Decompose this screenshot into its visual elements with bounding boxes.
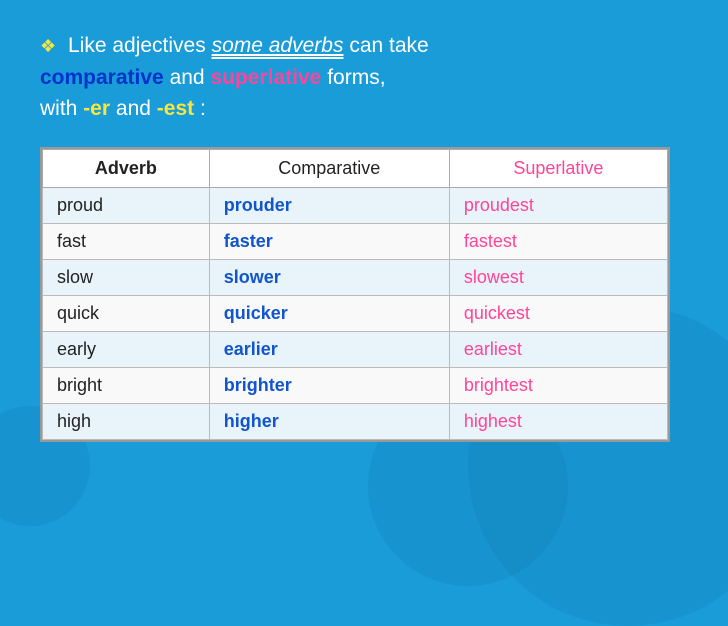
- table-row: quickquickerquickest: [43, 295, 668, 331]
- cell-row3-col0: quick: [43, 295, 210, 331]
- intro-text1: Like adjectives: [68, 34, 212, 57]
- cell-row2-col0: slow: [43, 259, 210, 295]
- table-row: brightbrighterbrightest: [43, 367, 668, 403]
- cell-row0-col1: prouder: [209, 187, 449, 223]
- diamond-icon: ❖: [40, 36, 56, 56]
- adverb-table-wrapper: Adverb Comparative Superlative proudprou…: [40, 147, 670, 442]
- intro-text3: and: [170, 66, 211, 89]
- table-row: fastfasterfastest: [43, 223, 668, 259]
- cell-row5-col2: brightest: [449, 367, 667, 403]
- table-row: highhigherhighest: [43, 403, 668, 439]
- cell-row4-col1: earlier: [209, 331, 449, 367]
- cell-row3-col2: quickest: [449, 295, 667, 331]
- cell-row6-col1: higher: [209, 403, 449, 439]
- cell-row1-col2: fastest: [449, 223, 667, 259]
- main-content: ❖ Like adjectives some adverbs can take …: [0, 0, 728, 462]
- est-suffix: -est: [157, 97, 194, 120]
- cell-row6-col2: highest: [449, 403, 667, 439]
- cell-row5-col0: bright: [43, 367, 210, 403]
- superlative-label: superlative: [210, 66, 321, 89]
- cell-row0-col2: proudest: [449, 187, 667, 223]
- intro-text2: can take: [349, 34, 428, 57]
- table-row: proudprouderproudest: [43, 187, 668, 223]
- table-header-row: Adverb Comparative Superlative: [43, 149, 668, 187]
- cell-row0-col0: proud: [43, 187, 210, 223]
- cell-row2-col1: slower: [209, 259, 449, 295]
- cell-row6-col0: high: [43, 403, 210, 439]
- cell-row1-col1: faster: [209, 223, 449, 259]
- header-superlative: Superlative: [449, 149, 667, 187]
- intro-text4: forms,: [327, 66, 385, 89]
- cell-row5-col1: brighter: [209, 367, 449, 403]
- intro-colon: :: [200, 97, 206, 120]
- intro-with: with: [40, 97, 83, 120]
- intro-paragraph: ❖ Like adjectives some adverbs can take …: [40, 30, 688, 125]
- intro-and: and: [116, 97, 157, 120]
- cell-row1-col0: fast: [43, 223, 210, 259]
- cell-row4-col2: earliest: [449, 331, 667, 367]
- comparative-label: comparative: [40, 66, 164, 89]
- header-adverb: Adverb: [43, 149, 210, 187]
- adverbs-text: some adverbs: [212, 34, 344, 57]
- cell-row4-col0: early: [43, 331, 210, 367]
- adverb-table: Adverb Comparative Superlative proudprou…: [42, 149, 668, 440]
- cell-row3-col1: quicker: [209, 295, 449, 331]
- er-suffix: -er: [83, 97, 110, 120]
- cell-row2-col2: slowest: [449, 259, 667, 295]
- table-row: earlyearlierearliest: [43, 331, 668, 367]
- table-row: slowslowerslowest: [43, 259, 668, 295]
- header-comparative: Comparative: [209, 149, 449, 187]
